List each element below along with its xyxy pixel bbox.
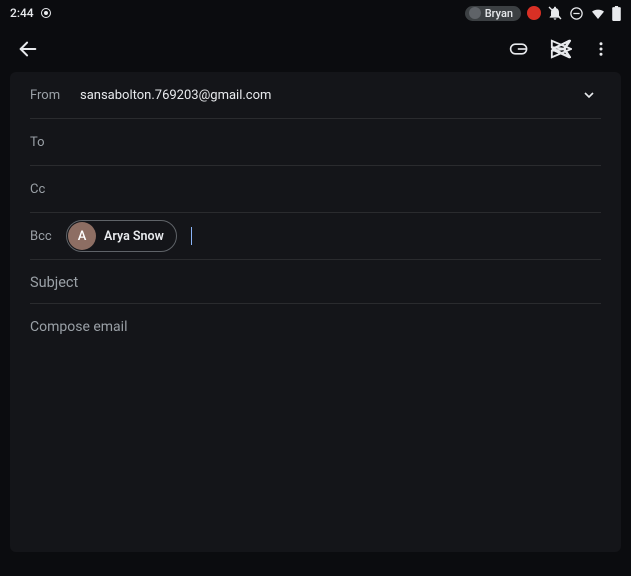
user-name: Bryan (485, 7, 513, 20)
compose-panel: From sansabolton.769203@gmail.com To Cc … (10, 72, 621, 552)
android-status-bar: 2:44 Bryan (0, 0, 631, 26)
from-row[interactable]: From sansabolton.769203@gmail.com (30, 72, 601, 119)
user-avatar-dot (469, 7, 481, 19)
text-cursor (191, 227, 192, 245)
back-button[interactable] (10, 31, 46, 67)
target-icon (40, 7, 52, 19)
subject-row[interactable]: Subject (30, 260, 601, 304)
attach-button[interactable] (503, 31, 539, 67)
cc-row[interactable]: Cc (30, 166, 601, 213)
to-label: To (30, 135, 58, 150)
body-row[interactable]: Compose email (30, 304, 601, 347)
from-value: sansabolton.769203@gmail.com (80, 88, 601, 103)
chevron-down-icon[interactable] (581, 87, 597, 103)
bcc-row[interactable]: Bcc A Arya Snow (30, 213, 601, 260)
user-pill[interactable]: Bryan (465, 6, 521, 21)
recipient-avatar-initial: A (68, 222, 96, 250)
status-time: 2:44 (10, 6, 34, 20)
recipient-chip-name: Arya Snow (104, 229, 164, 244)
subject-placeholder: Subject (30, 274, 78, 291)
wifi-icon (590, 5, 606, 21)
battery-icon (612, 6, 621, 21)
notification-dot-icon (527, 6, 541, 20)
to-row[interactable]: To (30, 119, 601, 166)
compose-toolbar (0, 26, 631, 72)
cc-label: Cc (30, 182, 58, 197)
from-label: From (30, 88, 66, 103)
body-placeholder: Compose email (30, 319, 127, 335)
bcc-label: Bcc (30, 229, 58, 244)
recipient-chip[interactable]: A Arya Snow (66, 220, 177, 252)
do-not-disturb-icon (569, 6, 584, 21)
more-button[interactable] (583, 31, 619, 67)
send-button[interactable] (543, 31, 579, 67)
dnd-icon (547, 5, 563, 21)
